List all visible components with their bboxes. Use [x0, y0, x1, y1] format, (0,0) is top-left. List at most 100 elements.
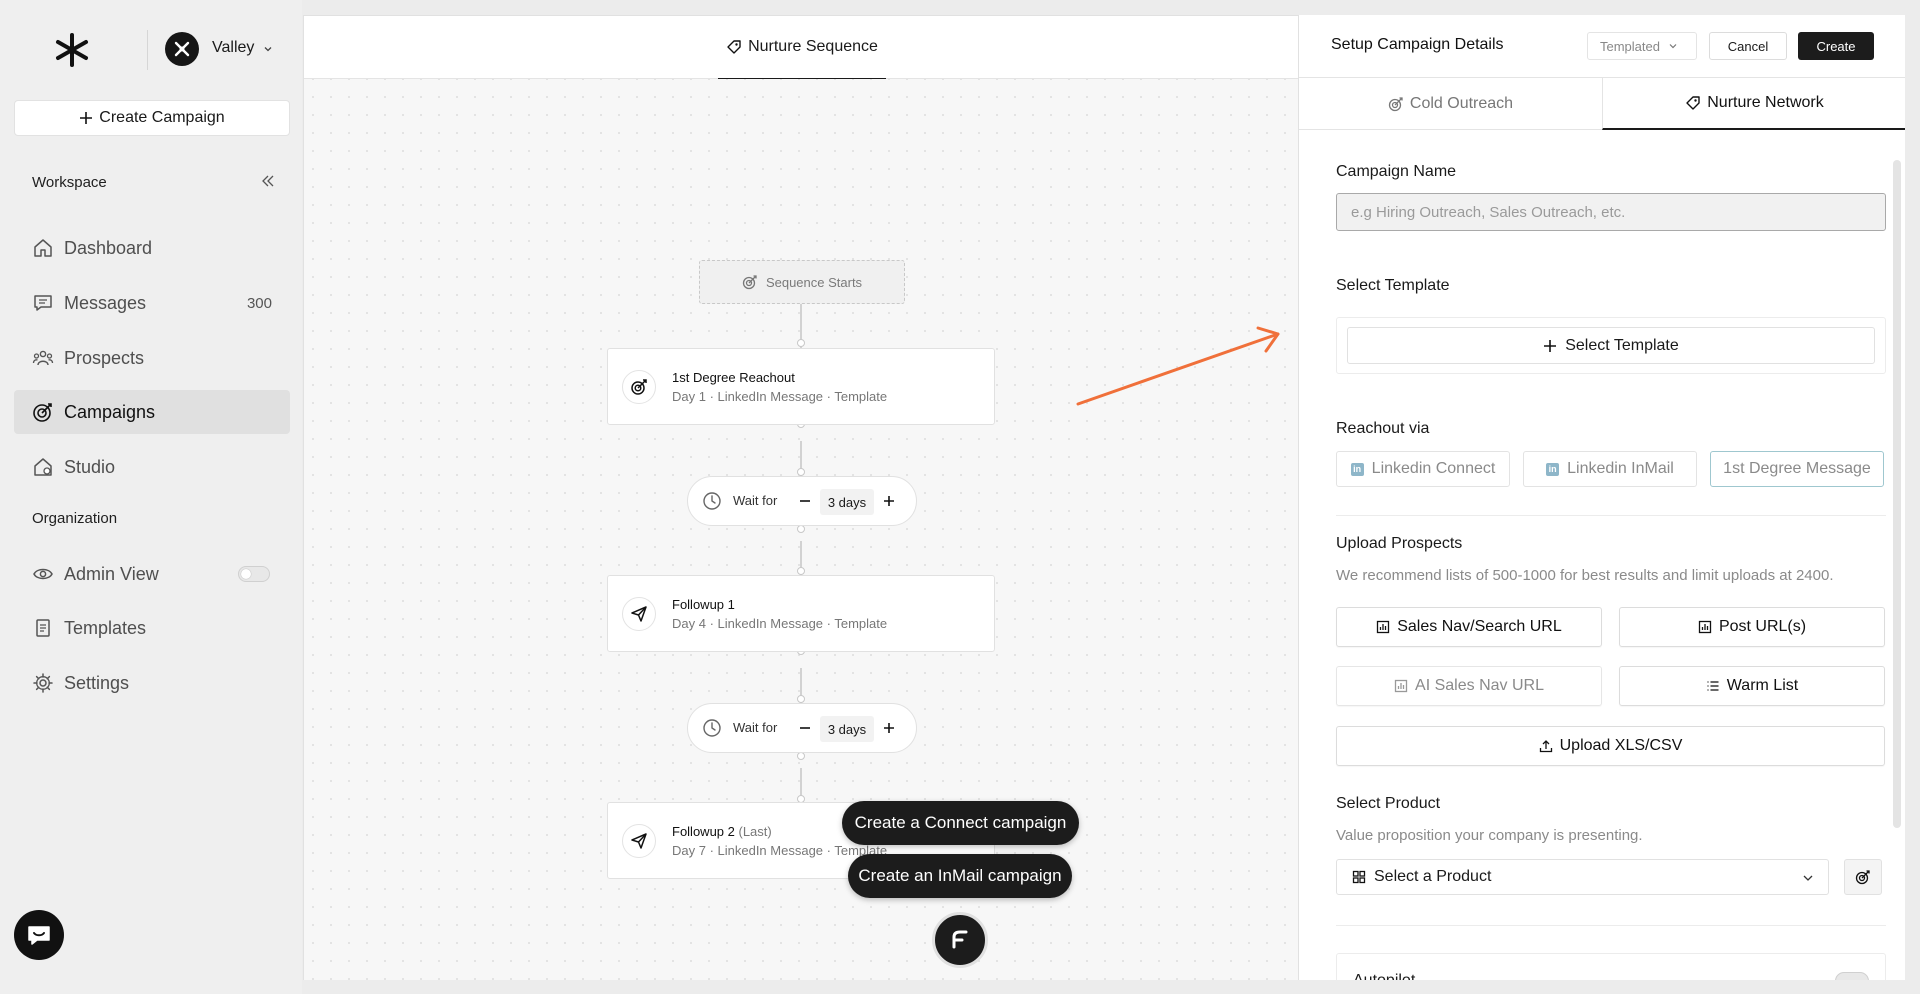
workspace-name[interactable]: Valley	[212, 39, 254, 57]
brand-f-icon	[952, 930, 968, 949]
wait-label: Wait for	[733, 493, 778, 508]
autopilot-label: Autopilot	[1353, 972, 1415, 980]
canvas-tab-label: Nurture Sequence	[748, 38, 878, 55]
tab-nurture-network-label: Nurture Network	[1707, 94, 1824, 111]
decrease-wait-button[interactable]	[794, 717, 816, 739]
template-mode-value: Templated	[1600, 38, 1660, 54]
sales-nav-url-button[interactable]: Sales Nav/Search URL	[1336, 607, 1602, 647]
nav-label-campaigns: Campaigns	[64, 401, 156, 422]
create-connect-campaign-button[interactable]: Create a Connect campaign	[842, 801, 1079, 845]
cancel-button[interactable]: Cancel	[1709, 32, 1787, 60]
ai-sales-nav-url-label: AI Sales Nav URL	[1415, 677, 1544, 694]
tab-cold-outreach[interactable]: Cold Outreach	[1299, 78, 1602, 130]
step-title-text: 1st Degree Reachout	[672, 370, 795, 385]
decrease-wait-button[interactable]	[794, 490, 816, 512]
workspace-avatar[interactable]	[165, 32, 199, 66]
nav-label-settings: Settings	[64, 672, 130, 693]
select-product-hint: Value proposition your company is presen…	[1336, 827, 1643, 844]
wait-step-1: Wait for 3 days	[687, 476, 917, 526]
sequence-start-label: Sequence Starts	[765, 274, 863, 290]
reachout-option-label: 1st Degree Message	[1723, 460, 1871, 477]
chat-icon	[28, 926, 50, 945]
chart-icon	[1394, 679, 1408, 693]
nav-item-dashboard[interactable]: Dashboard	[14, 226, 290, 270]
step-last-badge: (Last)	[738, 824, 772, 839]
home-icon	[32, 237, 54, 259]
plus-icon	[884, 496, 894, 506]
connector-dot	[797, 339, 805, 347]
connector-dot	[797, 468, 805, 476]
nav-item-messages[interactable]: Messages 300	[14, 281, 290, 325]
sales-nav-url-label: Sales Nav/Search URL	[1397, 618, 1562, 635]
increase-wait-button[interactable]	[878, 490, 900, 512]
brand-logo-icon[interactable]	[52, 32, 92, 68]
target-icon	[1388, 97, 1403, 112]
section-divider	[1336, 515, 1886, 516]
brand-divider	[147, 30, 148, 70]
quick-actions-fab[interactable]	[932, 912, 988, 968]
upload-icon	[1539, 740, 1552, 753]
admin-view-toggle[interactable]	[238, 566, 270, 582]
reachout-1st-degree-message[interactable]: 1st Degree Message	[1710, 451, 1884, 487]
tab-nurture-sequence[interactable]: Nurture Sequence	[718, 16, 886, 79]
step-subtitle: Day 4 · LinkedIn Message · Template	[672, 616, 888, 631]
message-icon	[32, 292, 54, 314]
autopilot-section: Autopilot	[1336, 953, 1886, 980]
panel-scrollbar[interactable]	[1893, 160, 1901, 828]
reachout-linkedin-inmail[interactable]: in Linkedin InMail	[1523, 451, 1697, 487]
create-inmail-campaign-button[interactable]: Create an InMail campaign	[848, 854, 1072, 898]
plus-icon	[1544, 339, 1557, 352]
tab-nurture-network[interactable]: Nurture Network	[1602, 78, 1905, 130]
upload-prospects-label: Upload Prospects	[1336, 535, 1463, 552]
support-chat-button[interactable]	[14, 910, 64, 960]
wait-days-value[interactable]: 3 days	[820, 716, 874, 742]
nav-item-settings[interactable]: Settings	[14, 661, 290, 705]
studio-home-icon	[32, 456, 54, 478]
organization-section-label: Organization	[32, 510, 118, 527]
minus-icon	[800, 727, 810, 729]
create-button[interactable]: Create	[1798, 32, 1874, 60]
product-select[interactable]: Select a Product	[1336, 859, 1829, 895]
ai-sales-nav-url-button[interactable]: AI Sales Nav URL	[1336, 666, 1602, 706]
campaign-name-input[interactable]	[1336, 193, 1886, 231]
messages-count-badge: 300	[246, 294, 272, 312]
nav-item-prospects[interactable]: Prospects	[14, 336, 290, 380]
increase-wait-button[interactable]	[878, 717, 900, 739]
chevron-down-icon	[1669, 44, 1677, 49]
nav-item-admin-view[interactable]: Admin View	[14, 552, 290, 596]
select-template-button[interactable]: Select Template	[1347, 327, 1875, 364]
wait-days-value[interactable]: 3 days	[820, 489, 874, 515]
reachout-linkedin-connect[interactable]: in Linkedin Connect	[1336, 451, 1510, 487]
send-icon	[622, 597, 656, 631]
select-template-label: Select Template	[1336, 277, 1450, 294]
nav-label-templates: Templates	[64, 617, 147, 638]
upload-xls-csv-button[interactable]: Upload XLS/CSV	[1336, 726, 1885, 766]
step-card-1st-degree-reachout[interactable]: 1st Degree Reachout Day 1 · LinkedIn Mes…	[607, 348, 995, 425]
autopilot-toggle[interactable]	[1835, 972, 1869, 980]
step-title: 1st Degree Reachout	[672, 370, 795, 385]
step-card-followup-1[interactable]: Followup 1 Day 4 · LinkedIn Message · Te…	[607, 575, 995, 652]
nav-item-studio[interactable]: Studio	[14, 445, 290, 489]
nav-item-campaigns[interactable]: Campaigns	[14, 390, 290, 434]
nav-label-prospects: Prospects	[64, 347, 145, 368]
create-campaign-label: Create Campaign	[99, 109, 225, 126]
sequence-start-node: Sequence Starts	[699, 260, 905, 304]
chevron-down-icon[interactable]	[263, 44, 273, 54]
post-urls-button[interactable]: Post URL(s)	[1619, 607, 1885, 647]
canvas-header: Nurture Sequence	[304, 16, 1299, 79]
select-template-button-label: Select Template	[1565, 336, 1679, 354]
reachout-option-label: Linkedin InMail	[1567, 460, 1674, 477]
sequence-canvas[interactable]: Nurture Sequence Sequence Starts 1st Deg…	[303, 15, 1299, 980]
workspace-logo-icon	[174, 41, 190, 57]
workspace-section-label: Workspace	[32, 174, 107, 191]
template-mode-select[interactable]: Templated	[1587, 32, 1697, 60]
nav-item-templates[interactable]: Templates	[14, 606, 290, 650]
warm-list-button[interactable]: Warm List	[1619, 666, 1885, 706]
collapse-sidebar-icon[interactable]	[261, 174, 275, 188]
edit-product-button[interactable]	[1844, 859, 1882, 895]
minus-icon	[800, 500, 810, 502]
chart-icon	[1377, 620, 1390, 634]
gear-icon	[32, 672, 54, 694]
create-campaign-button[interactable]: Create Campaign	[14, 100, 290, 136]
tag-icon	[727, 40, 741, 54]
